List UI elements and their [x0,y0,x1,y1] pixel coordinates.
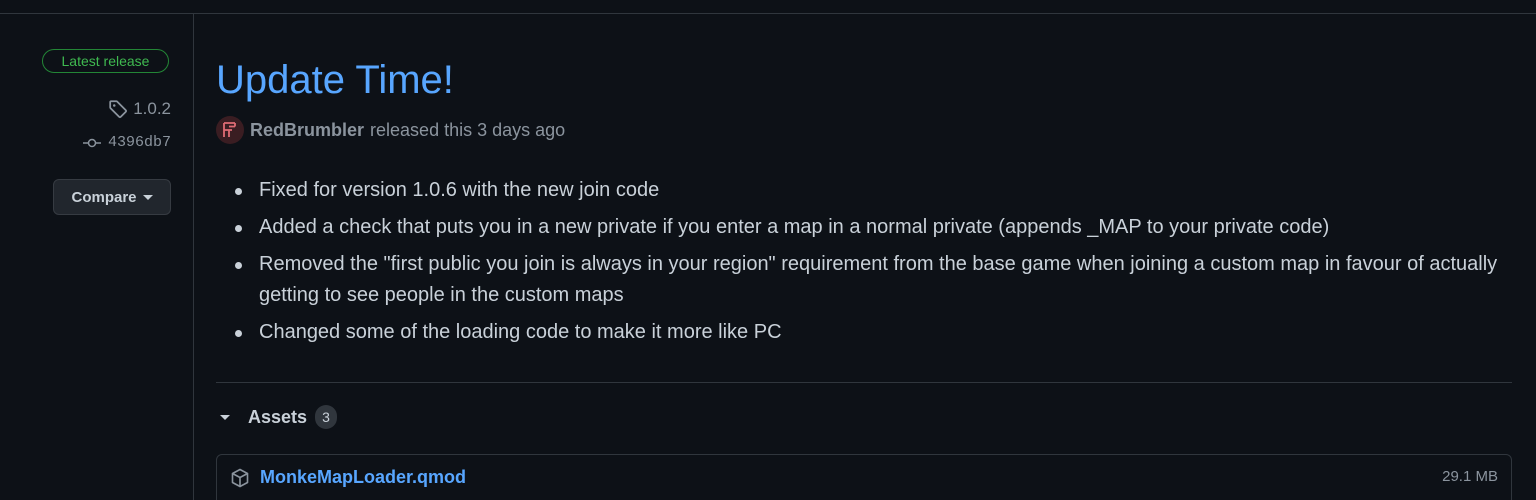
compare-button[interactable]: Compare [53,179,171,215]
sidebar-divider [193,13,194,500]
package-icon [230,468,250,493]
release-author-row: RedBrumbler released this 3 days ago [216,116,565,144]
released-text: released this 3 days ago [370,119,566,140]
git-commit-icon [82,136,102,150]
asset-size: 29.1 MB [1442,468,1498,485]
author-link[interactable]: RedBrumbler [250,120,364,141]
assets-list: MonkeMapLoader.qmod 29.1 MB [216,454,1512,500]
list-item: Added a check that puts you in a new pri… [235,212,1536,243]
commit-hash: 4396db7 [107,134,171,151]
tag-label: 1.0.2 [133,99,171,118]
list-item: Changed some of the loading code to make… [235,317,1536,348]
asset-link[interactable]: MonkeMapLoader.qmod [260,467,466,488]
triangle-down-icon [220,414,230,420]
release-title[interactable]: Update Time! [216,56,454,104]
release-tag[interactable]: 1.0.2 [108,99,171,119]
release-commit[interactable]: 4396db7 [82,134,171,151]
list-item: Fixed for version 1.0.6 with the new joi… [235,175,1536,206]
assets-toggle[interactable]: Assets 3 [220,405,338,429]
latest-release-badge: Latest release [42,49,169,73]
section-divider [216,382,1512,383]
tag-icon [108,99,128,119]
top-divider [0,13,1536,14]
list-item: Removed the "first public you join is al… [235,249,1536,311]
caret-down-icon [142,194,153,200]
compare-label: Compare [71,188,137,206]
release-page: Latest release 1.0.2 4396db7 Compare Upd… [0,0,1536,500]
assets-title: Assets [248,406,308,427]
asset-row: MonkeMapLoader.qmod 29.1 MB [217,455,1511,500]
avatar[interactable] [216,116,244,144]
release-notes: Fixed for version 1.0.6 with the new joi… [216,175,1536,354]
assets-count-badge: 3 [315,405,338,429]
